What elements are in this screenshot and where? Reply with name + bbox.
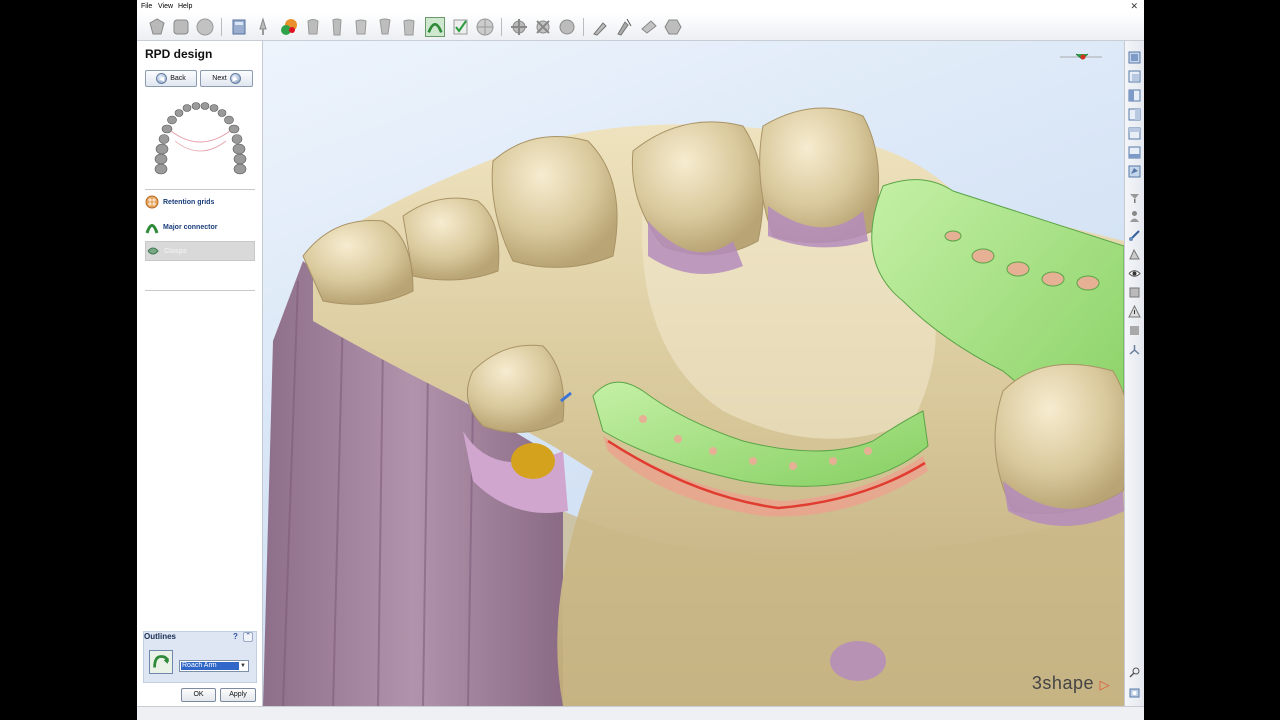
chevron-down-icon: ▼ — [240, 663, 246, 669]
outline-select-value: Roach Arm — [181, 662, 239, 670]
step-label: Retention grids — [163, 198, 215, 206]
model-icon[interactable] — [229, 17, 249, 37]
pin-tool-icon[interactable] — [1128, 191, 1141, 204]
pin-icon[interactable] — [253, 17, 273, 37]
view-right-icon[interactable] — [1128, 108, 1141, 121]
3d-viewport[interactable]: 3shape ▷ — [263, 41, 1124, 706]
warning-icon[interactable] — [1128, 305, 1141, 318]
gear-3-icon[interactable] — [557, 17, 577, 37]
logo-text: 3shape — [1031, 673, 1094, 693]
view-bottom-icon[interactable] — [1128, 146, 1141, 159]
close-icon[interactable]: ✕ — [1130, 1, 1138, 12]
measure-icon[interactable] — [1128, 229, 1141, 242]
tooth-3-icon[interactable] — [351, 17, 371, 37]
tooth-5-icon[interactable] — [399, 17, 419, 37]
view-orientation-icon[interactable] — [1056, 51, 1106, 63]
tooth-2-icon[interactable] — [327, 17, 347, 37]
gear-2-icon[interactable] — [533, 17, 553, 37]
help-icon[interactable]: ? — [233, 632, 238, 641]
view-left-icon[interactable] — [1128, 89, 1141, 102]
settings-icon[interactable] — [1128, 686, 1141, 699]
axis-icon[interactable] — [1128, 343, 1141, 356]
person-icon[interactable] — [1128, 210, 1141, 223]
apply-button[interactable]: Apply — [220, 688, 256, 702]
panel-title: RPD design — [145, 47, 213, 61]
major-connector-icon — [145, 224, 159, 234]
logo-triangle-icon: ▷ — [1099, 677, 1110, 692]
divider — [145, 189, 255, 190]
collapse-icon[interactable]: ⌃ — [243, 632, 253, 642]
cursor-icon[interactable] — [615, 17, 635, 37]
step-label: Clasps — [164, 247, 187, 255]
view-front-icon[interactable] — [1128, 51, 1141, 64]
rpd-design-panel: RPD design ◀ Back Next ▶ Retention grids… — [137, 41, 263, 706]
divider — [145, 290, 255, 291]
clasp-icon — [147, 247, 159, 255]
eye-icon[interactable] — [1128, 267, 1141, 280]
next-arrow-icon: ▶ — [229, 73, 241, 84]
menu-bar: File View Help ✕ — [137, 0, 1144, 13]
outline-type-select[interactable]: Roach Arm ▼ — [179, 660, 249, 672]
menu-file[interactable]: File — [141, 3, 152, 10]
sphere-icon[interactable] — [475, 17, 495, 37]
arrow-icon[interactable] — [639, 17, 659, 37]
step-retention-grids[interactable]: Retention grids — [145, 192, 255, 212]
rest-seat — [511, 443, 555, 479]
next-button[interactable]: Next ▶ — [200, 70, 253, 87]
scan-icon[interactable] — [147, 17, 167, 37]
toolbar-separator — [221, 18, 222, 36]
next-label: Next — [212, 75, 227, 82]
application-window: File View Help ✕ RPD design ◀ Back Next … — [137, 0, 1144, 720]
view-back-icon[interactable] — [1128, 70, 1141, 83]
round-icon[interactable] — [195, 17, 215, 37]
gear-1-icon[interactable] — [509, 17, 529, 37]
view-toolbar — [1124, 41, 1144, 706]
menu-view[interactable]: View — [158, 3, 173, 10]
main-toolbar — [137, 13, 1144, 41]
rpd-icon[interactable] — [425, 17, 445, 37]
hex-icon[interactable] — [663, 17, 683, 37]
undercut-area — [830, 641, 886, 681]
tooth-1-icon[interactable] — [303, 17, 323, 37]
crown-icon[interactable] — [171, 17, 191, 37]
outlines-title: Outlines — [144, 632, 177, 641]
toolbar-separator — [583, 18, 584, 36]
back-button[interactable]: ◀ Back — [145, 70, 197, 87]
dental-model-render[interactable] — [263, 41, 1124, 706]
dental-arch-icon[interactable] — [153, 101, 248, 181]
layer-icon[interactable] — [1128, 286, 1141, 299]
mesh-icon[interactable] — [1128, 248, 1141, 261]
zoom-icon[interactable] — [1128, 666, 1141, 679]
ok-button[interactable]: OK — [181, 688, 216, 702]
pen-icon[interactable] — [591, 17, 611, 37]
menu-help[interactable]: Help — [178, 3, 192, 10]
view-top-icon[interactable] — [1128, 127, 1141, 140]
3shape-logo: 3shape ▷ — [1032, 673, 1110, 694]
box-icon[interactable] — [1128, 324, 1141, 337]
check-icon[interactable] — [451, 17, 471, 37]
step-major-connector[interactable]: Major connector — [145, 217, 255, 237]
view-iso-icon[interactable] — [1128, 165, 1141, 178]
outline-tool-icon[interactable] — [149, 650, 173, 674]
step-clasps[interactable]: Clasps — [145, 241, 255, 261]
step-label: Major connector — [163, 223, 218, 231]
back-label: Back — [170, 75, 186, 82]
retention-grid-icon — [145, 195, 159, 209]
back-arrow-icon: ◀ — [156, 73, 168, 84]
toolbar-separator — [501, 18, 502, 36]
status-bar — [137, 706, 1144, 720]
paint-icon[interactable] — [279, 17, 299, 37]
tooth-4-icon[interactable] — [375, 17, 395, 37]
